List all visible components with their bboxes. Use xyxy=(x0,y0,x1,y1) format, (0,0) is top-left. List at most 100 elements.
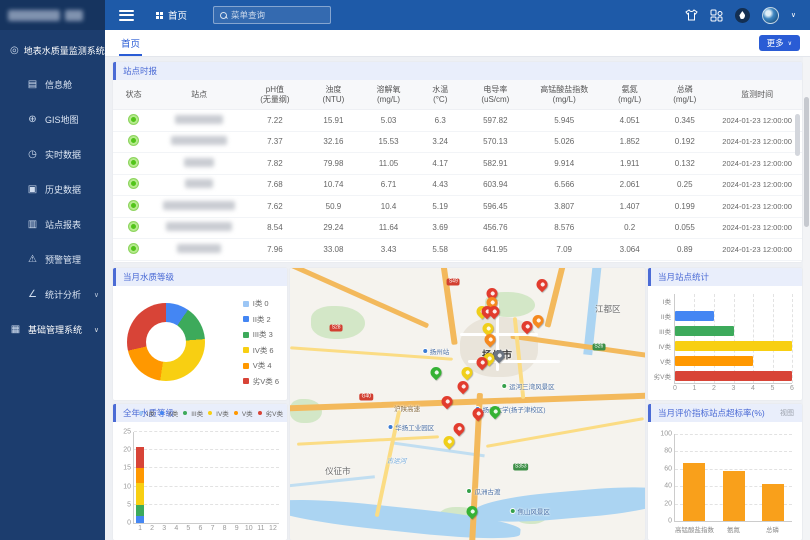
status-ok-dot xyxy=(129,158,138,167)
menu-search[interactable] xyxy=(213,6,331,24)
sidebar-item-label: 历史数据 xyxy=(45,183,81,196)
table-row[interactable]: 7.2215.915.036.3597.825.9454.0510.345202… xyxy=(113,110,802,132)
legend-label: V类 xyxy=(242,408,253,418)
column-header: 站点 xyxy=(154,90,244,100)
user-menu-chevron-icon[interactable]: ∨ xyxy=(791,11,796,19)
sidebar-item-realtime[interactable]: ◷实时数据 xyxy=(0,137,105,172)
x-tick-label: 5 xyxy=(186,525,190,532)
bar[interactable] xyxy=(723,471,745,521)
bar[interactable] xyxy=(675,371,792,381)
bar[interactable] xyxy=(675,326,734,336)
cell-value: 6.71 xyxy=(361,180,416,189)
search-input[interactable] xyxy=(231,10,321,20)
page-scrollbar[interactable] xyxy=(803,57,810,540)
table-row[interactable]: 7.6250.910.45.19596.453.8071.4070.199202… xyxy=(113,196,802,218)
cell-value: 3.43 xyxy=(361,245,416,254)
search-icon xyxy=(220,12,227,19)
table-row[interactable]: 7.9633.083.435.58641.957.093.0640.892024… xyxy=(113,239,802,261)
sidebar-item-alert[interactable]: ⚠预警管理 xyxy=(0,242,105,277)
hbar-row: III类 xyxy=(675,324,792,339)
legend-item[interactable]: 劣V类 xyxy=(258,408,283,418)
legend-item[interactable]: IV类 xyxy=(208,408,229,418)
menu-toggle-icon[interactable] xyxy=(119,10,134,21)
legend-item[interactable]: III类 3 xyxy=(243,329,279,340)
sidebar-item-base[interactable]: ▦基础管理系统∨ xyxy=(0,312,105,347)
y-tick-label: 10 xyxy=(123,483,131,490)
bar[interactable] xyxy=(683,463,705,521)
bar[interactable] xyxy=(675,341,792,351)
sidebar-item-label: 实时数据 xyxy=(45,148,81,161)
tab-home[interactable]: 首页 xyxy=(119,30,142,56)
station-pin-red[interactable] xyxy=(451,421,467,437)
bar[interactable] xyxy=(762,484,784,521)
legend-item[interactable]: III类 xyxy=(183,408,203,418)
table-body: 7.2215.915.036.3597.825.9454.0510.345202… xyxy=(113,110,802,261)
x-tick-label: 6 xyxy=(199,525,203,532)
status-ok-dot xyxy=(129,115,138,124)
topbar-actions: ∨ xyxy=(685,7,810,24)
legend-item[interactable]: II类 2 xyxy=(243,314,279,325)
x-category-label: 氨氮 xyxy=(727,524,740,534)
legend-label: III类 xyxy=(191,408,203,418)
poi-icon xyxy=(509,508,515,514)
page-scrollbar-thumb[interactable] xyxy=(804,97,809,227)
table-row[interactable]: 7.3732.1615.533.24570.135.0261.8520.1922… xyxy=(113,132,802,154)
legend-item[interactable]: V类 xyxy=(234,408,253,418)
cell-monitor-time: 2024-01-23 12:00:00 xyxy=(712,116,802,125)
vertical-bar-chart[interactable]: 020406080100高锰酸盐指数氨氮总磷 xyxy=(674,434,792,522)
sidebar-section-surface-water-system[interactable]: ◎ 地表水质量监测系统 ∧ xyxy=(0,30,105,67)
cell-value: 0.2 xyxy=(602,223,657,232)
table-row[interactable]: 7.8279.9811.054.17582.919.9141.9110.1322… xyxy=(113,153,802,175)
chevron-down-icon: ∨ xyxy=(94,291,99,299)
station-pin-yellow[interactable] xyxy=(441,434,457,450)
sidebar-item-report[interactable]: ▥站点报表 xyxy=(0,207,105,242)
stacked-bar-chart[interactable]: 0510152025123456789101112 xyxy=(133,432,279,524)
bar[interactable] xyxy=(675,356,753,366)
sidebar-item-stats[interactable]: ∠统计分析∨ xyxy=(0,277,105,312)
hbar-row: II类 xyxy=(675,309,792,324)
gis-map[interactable]: 扬州市江都区仪征市沪陕高速古运河扬州站扬州大学(扬子津校区)华扬工业园区运河三湾… xyxy=(290,268,645,540)
legend-item[interactable]: 劣V类 6 xyxy=(243,376,279,387)
stacked-chart-legend: I类 II类 III类 IV类 V类劣V类 xyxy=(139,408,283,418)
user-avatar[interactable] xyxy=(762,7,779,24)
legend-swatch xyxy=(243,301,249,307)
cell-value: 6.566 xyxy=(526,180,602,189)
station-pin-red[interactable] xyxy=(455,379,471,395)
monthly-grade-panel: 当月水质等级 I类 0II类 2III类 3IV类 6V类 4劣V类 6 xyxy=(113,268,287,400)
legend-item[interactable]: II类 xyxy=(160,408,178,418)
sidebar-item-gis[interactable]: ⊕GIS地图 xyxy=(0,102,105,137)
more-button[interactable]: 更多 ∨ xyxy=(759,35,800,51)
stacked-bar[interactable] xyxy=(136,432,144,523)
station-pin-red[interactable] xyxy=(534,277,550,293)
map-poi-label: 扬州站 xyxy=(422,346,450,356)
cell-monitor-time: 2024-01-23 12:00:00 xyxy=(712,180,802,189)
view-link[interactable]: 视图 xyxy=(780,408,794,418)
bar-segment xyxy=(136,468,144,483)
table-row[interactable]: 8.5429.2411.643.69456.768.5760.20.055202… xyxy=(113,218,802,240)
table-scrollbar[interactable] xyxy=(795,114,800,156)
sidebar-item-history[interactable]: ▣历史数据 xyxy=(0,172,105,207)
x-tick-label: 2 xyxy=(150,525,154,532)
layout-components-icon[interactable] xyxy=(710,9,723,22)
legend-item[interactable]: V类 4 xyxy=(243,360,279,371)
table-row[interactable]: 7.6810.746.714.43603.946.5662.0610.25202… xyxy=(113,175,802,197)
topbar: 首页 ∨ xyxy=(105,0,810,30)
flame-icon[interactable] xyxy=(735,8,750,23)
station-pin-red[interactable] xyxy=(439,394,455,410)
cell-monitor-time: 2024-01-23 12:00:00 xyxy=(712,137,802,146)
breadcrumb-home[interactable]: 首页 xyxy=(156,8,187,22)
station-pin-green[interactable] xyxy=(428,365,444,381)
horizontal-bar-chart[interactable]: 0123456I类II类III类IV类V类劣V类 xyxy=(674,294,792,384)
donut-ring[interactable] xyxy=(127,303,205,381)
sidebar-item-dashboard[interactable]: ▤信息舱 xyxy=(0,67,105,102)
x-tick-label: 3 xyxy=(162,525,166,532)
station-name-redacted xyxy=(163,201,235,210)
legend-item[interactable]: I类 xyxy=(139,408,155,418)
report-icon: ▥ xyxy=(27,219,38,230)
legend-item[interactable]: I类 0 xyxy=(243,298,279,309)
bar[interactable] xyxy=(675,311,714,321)
theme-skin-icon[interactable] xyxy=(685,9,698,21)
cell-value: 7.62 xyxy=(244,202,306,211)
legend-item[interactable]: IV类 6 xyxy=(243,345,279,356)
cell-value: 10.74 xyxy=(306,180,361,189)
